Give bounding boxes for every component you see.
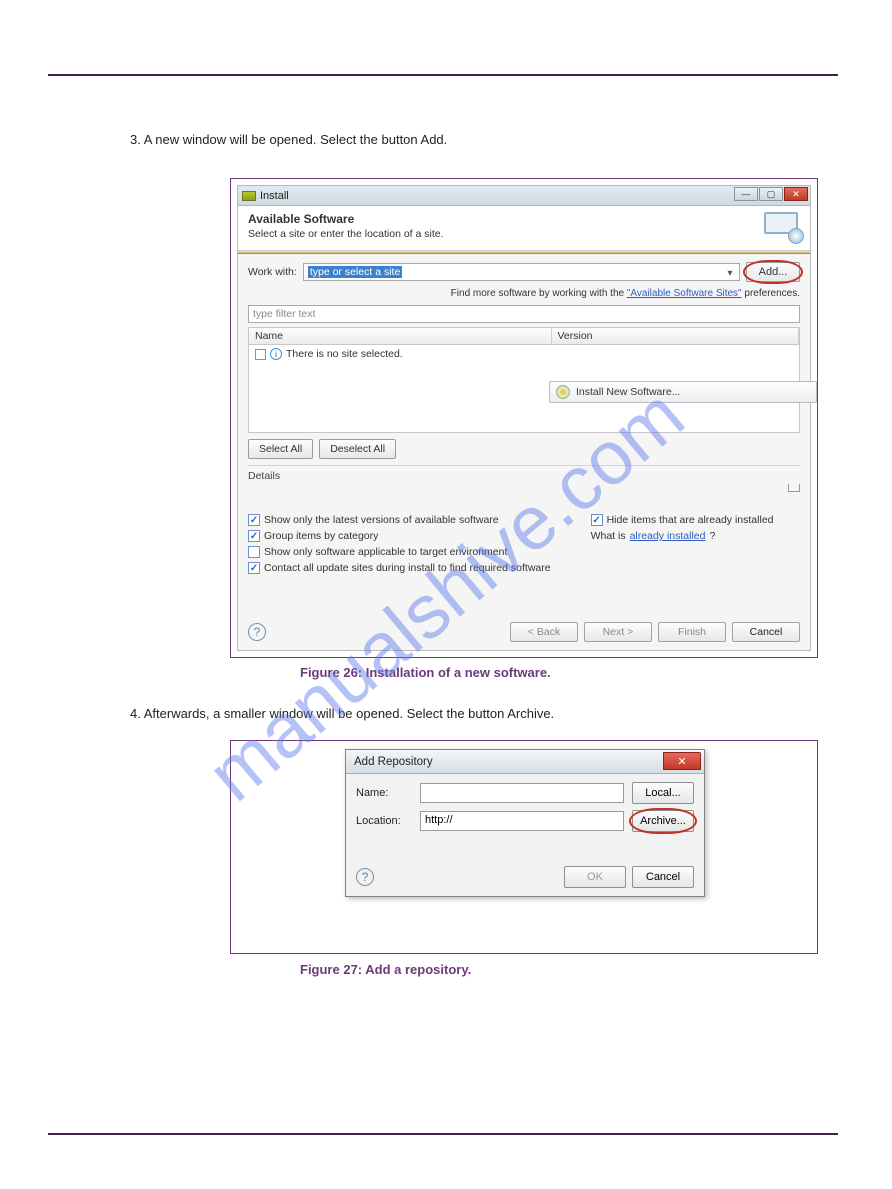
checkbox-target[interactable]: ✓	[248, 546, 260, 558]
find-more-text: Find more software by working with the "…	[248, 288, 800, 299]
details-expand-icon[interactable]	[788, 484, 800, 492]
install-banner-icon	[764, 212, 802, 242]
deselect-all-button[interactable]: Deselect All	[319, 439, 396, 459]
add-repository-dialog: Add Repository ✕ Name: Local... Location…	[345, 749, 705, 897]
figure-add-repo: Add Repository ✕ Name: Local... Location…	[230, 740, 818, 954]
finish-button[interactable]: Finish	[658, 622, 726, 642]
opt-contact: Contact all update sites during install …	[264, 562, 551, 574]
info-icon: i	[270, 348, 282, 360]
work-with-label: Work with:	[248, 266, 297, 278]
step-4-text: 4. Afterwards, a smaller window will be …	[130, 706, 554, 721]
add-repo-cancel-button[interactable]: Cancel	[632, 866, 694, 888]
step-3-text: 3. A new window will be opened. Select t…	[130, 132, 447, 147]
figure-1-caption: Figure 26: Installation of a new softwar…	[300, 665, 551, 680]
opt-latest: Show only the latest versions of availab…	[264, 514, 499, 526]
whatis-suffix: ?	[709, 530, 715, 542]
banner-subtitle: Select a site or enter the location of a…	[248, 228, 800, 240]
details-section: Details	[248, 465, 800, 508]
help-icon[interactable]: ?	[248, 623, 266, 641]
location-label: Location:	[356, 815, 412, 827]
details-label: Details	[248, 470, 800, 482]
work-with-value: type or select a site	[308, 266, 402, 278]
ok-button[interactable]: OK	[564, 866, 626, 888]
tree-header: Name Version	[248, 327, 800, 345]
install-tooltip[interactable]: Install New Software...	[549, 381, 817, 403]
name-input[interactable]	[420, 783, 624, 803]
titlebar: Install — ▢ ✕	[238, 186, 810, 206]
tree-row-empty: i There is no site selected.	[255, 348, 793, 360]
checkbox-group[interactable]: ✓	[248, 530, 260, 542]
install-tooltip-icon	[556, 385, 570, 399]
wizard-buttons: ? < Back Next > Finish Cancel	[248, 622, 800, 642]
window-title: Install	[260, 190, 289, 202]
next-button[interactable]: Next >	[584, 622, 652, 642]
available-sites-link[interactable]: "Available Software Sites"	[627, 288, 742, 299]
add-repo-title: Add Repository	[346, 756, 433, 768]
figure-2-caption: Figure 27: Add a repository.	[300, 962, 471, 977]
add-repo-help-icon[interactable]: ?	[356, 868, 374, 886]
column-version[interactable]: Version	[552, 328, 800, 344]
row-checkbox[interactable]	[255, 349, 266, 360]
work-with-combo[interactable]: type or select a site ▾	[303, 263, 740, 281]
tree-body: i There is no site selected. Install New…	[248, 345, 800, 433]
add-button[interactable]: Add...	[746, 262, 800, 282]
local-button[interactable]: Local...	[632, 782, 694, 804]
install-dialog: Install — ▢ ✕ Available Software Select …	[237, 185, 811, 651]
chevron-down-icon[interactable]: ▾	[723, 266, 737, 280]
findmore-prefix: Find more software by working with the	[451, 288, 627, 299]
filter-text-input[interactable]: type filter text	[248, 305, 800, 323]
app-icon	[242, 191, 256, 201]
bottom-rule	[48, 1133, 838, 1135]
location-input[interactable]: http://	[420, 811, 624, 831]
install-tooltip-text: Install New Software...	[576, 386, 680, 398]
dialog-banner: Available Software Select a site or ente…	[238, 206, 810, 251]
archive-button-label: Archive...	[640, 815, 686, 827]
checkbox-contact[interactable]: ✓	[248, 562, 260, 574]
cancel-button[interactable]: Cancel	[732, 622, 800, 642]
minimize-button[interactable]: —	[734, 187, 758, 201]
banner-title: Available Software	[248, 212, 800, 226]
checkbox-hide[interactable]: ✓	[591, 514, 603, 526]
add-button-label: Add...	[759, 266, 788, 278]
findmore-suffix: preferences.	[742, 288, 800, 299]
top-rule	[48, 74, 838, 76]
opt-target: Show only software applicable to target …	[264, 546, 507, 558]
options-area: ✓ Show only the latest versions of availa…	[248, 514, 800, 574]
checkbox-latest[interactable]: ✓	[248, 514, 260, 526]
close-button[interactable]: ✕	[784, 187, 808, 201]
no-site-text: There is no site selected.	[286, 348, 403, 360]
figure-install: Install — ▢ ✕ Available Software Select …	[230, 178, 818, 658]
back-button[interactable]: < Back	[510, 622, 578, 642]
select-all-button[interactable]: Select All	[248, 439, 313, 459]
opt-hide: Hide items that are already installed	[607, 514, 774, 526]
add-repo-close-button[interactable]: ✕	[663, 752, 701, 770]
column-name[interactable]: Name	[249, 328, 552, 344]
already-installed-link[interactable]: already installed	[630, 530, 706, 542]
name-label: Name:	[356, 787, 412, 799]
archive-button[interactable]: Archive...	[632, 810, 694, 832]
maximize-button[interactable]: ▢	[759, 187, 783, 201]
whatis-prefix: What is	[591, 530, 626, 542]
opt-group: Group items by category	[264, 530, 378, 542]
add-repo-titlebar: Add Repository ✕	[346, 750, 704, 774]
